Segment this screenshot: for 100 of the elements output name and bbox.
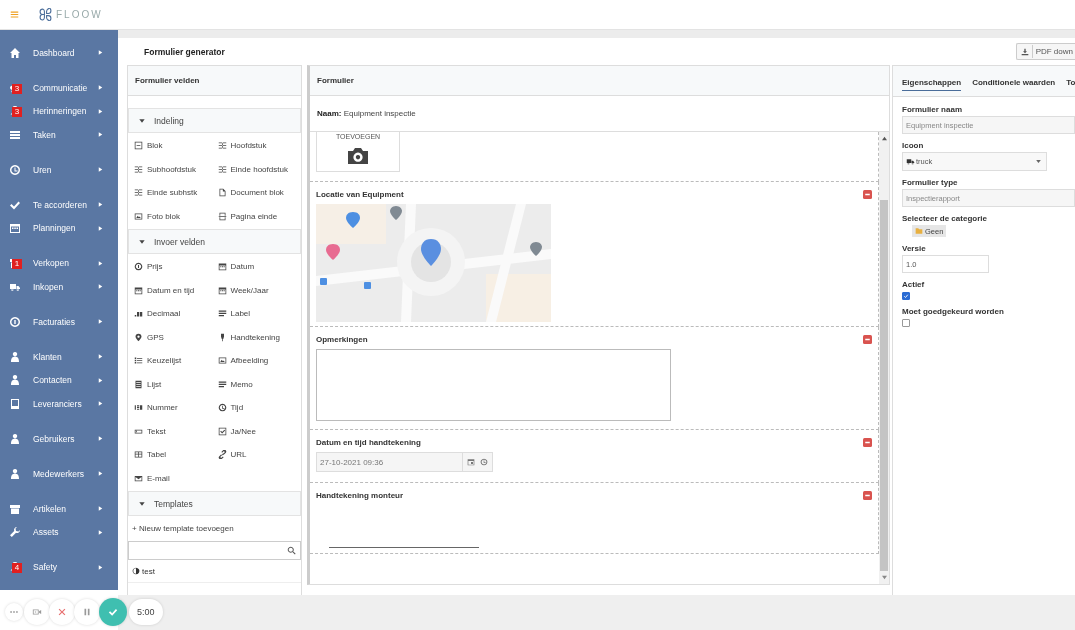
- field-type-item[interactable]: E-mail: [134, 466, 218, 490]
- caret-icon: [1035, 158, 1042, 165]
- calendar-icon: [217, 285, 227, 295]
- count-badge: 3: [12, 83, 22, 94]
- caret-icon: [97, 201, 104, 209]
- field-type-item[interactable]: Subhoofdstuk: [134, 157, 218, 181]
- template-item[interactable]: test: [128, 560, 301, 583]
- checkbox[interactable]: [902, 292, 910, 300]
- sidebar-item[interactable]: Klanten: [0, 345, 118, 369]
- field-type-item[interactable]: Blok: [134, 134, 218, 158]
- scroll-up-icon[interactable]: [880, 136, 888, 141]
- sidebar-item[interactable]: Assets: [0, 520, 118, 544]
- calendar-icon[interactable]: [467, 458, 475, 466]
- section-header[interactable]: Invoer velden: [128, 229, 301, 254]
- field-type-item[interactable]: Einde subhstk: [134, 181, 218, 205]
- pause-button[interactable]: [74, 599, 100, 625]
- logo-icon: [39, 8, 52, 21]
- scroll-down-icon[interactable]: [880, 575, 888, 580]
- field-type-item[interactable]: Handtekening: [217, 325, 301, 349]
- sidebar-item[interactable]: Gebruikers: [0, 427, 118, 451]
- field-label: Moet goedgekeurd worden: [902, 306, 1005, 318]
- field-type-item[interactable]: Tabel: [134, 443, 218, 467]
- close-icon: [57, 607, 67, 617]
- field-type-item[interactable]: Week/Jaar: [217, 278, 301, 302]
- more-button[interactable]: [5, 603, 23, 621]
- sidebar-item[interactable]: Te accorderen: [0, 193, 118, 217]
- clock-icon: [217, 403, 227, 413]
- field-type-item[interactable]: Label: [217, 302, 301, 326]
- field-type-item[interactable]: Foto blok: [134, 204, 218, 228]
- checkbox[interactable]: [902, 319, 910, 327]
- sidebar-item[interactable]: 4 Safety: [0, 555, 118, 579]
- tab[interactable]: Eigenschappen: [902, 71, 962, 91]
- tab[interactable]: Conditionele waarden: [972, 71, 1056, 91]
- heading-lines-icon: [217, 164, 227, 174]
- remove-icon[interactable]: [863, 334, 872, 344]
- sidebar-item[interactable]: Planningen: [0, 216, 118, 240]
- confirm-button[interactable]: [99, 598, 127, 626]
- sidebar-item[interactable]: Contacten: [0, 368, 118, 392]
- list-box-icon: [134, 379, 143, 389]
- sidebar-item[interactable]: 1 Verkopen: [0, 251, 118, 275]
- caret-icon: [97, 224, 104, 232]
- field-type-item[interactable]: Tekst: [134, 419, 218, 443]
- field-type-item[interactable]: Ja/Nee: [217, 419, 301, 443]
- camera-button[interactable]: [24, 599, 50, 625]
- field-type-item[interactable]: Decimaal: [134, 302, 218, 326]
- field-type-item[interactable]: Einde hoofdstuk: [217, 157, 301, 181]
- field-type-item[interactable]: Memo: [217, 372, 301, 396]
- field-label: Versie: [902, 243, 927, 255]
- clock-icon[interactable]: [480, 458, 488, 466]
- caret-icon: [97, 283, 104, 291]
- pdf-download-button[interactable]: PDF down: [1015, 43, 1075, 60]
- field-type-item[interactable]: GPS: [134, 325, 218, 349]
- field-type-item[interactable]: Datum: [217, 255, 301, 279]
- caret-icon: [97, 131, 104, 139]
- pause-icon: [82, 607, 92, 617]
- page-break-icon: [217, 211, 227, 221]
- sidebar-item[interactable]: Leveranciers: [0, 392, 118, 416]
- section-header[interactable]: Templates: [128, 491, 301, 516]
- sidebar-item[interactable]: Uren: [0, 158, 118, 182]
- field-type-item[interactable]: Pagina einde: [217, 204, 301, 228]
- search-icon: [287, 546, 296, 555]
- remarks-field[interactable]: [316, 349, 671, 421]
- date-time-field[interactable]: 27-10-2021 09:36: [316, 452, 493, 472]
- envelope-icon: [134, 473, 143, 483]
- field-label: Formulier type: [902, 177, 959, 189]
- field-type-item[interactable]: Lijst: [134, 372, 218, 396]
- field-type-item[interactable]: Document blok: [217, 181, 301, 205]
- heading-lines-icon: [217, 141, 227, 151]
- field-type-item[interactable]: Nummer: [134, 396, 218, 420]
- remove-icon[interactable]: [863, 490, 872, 500]
- link-icon: [217, 450, 227, 460]
- remove-icon[interactable]: [863, 189, 872, 199]
- field-type-item[interactable]: URL: [217, 443, 301, 467]
- field-type-item[interactable]: Prijs: [134, 255, 218, 279]
- remove-icon[interactable]: [863, 437, 872, 447]
- add-template-link[interactable]: + Nieuw template toevoegen: [128, 516, 301, 541]
- text-lines-icon: [217, 379, 227, 389]
- sidebar-item[interactable]: Artikelen: [0, 497, 118, 521]
- field-type-item[interactable]: Afbeelding: [217, 349, 301, 373]
- sidebar-item[interactable]: Inkopen: [0, 275, 118, 299]
- menu-icon[interactable]: [10, 10, 19, 19]
- sidebar-item[interactable]: 3 Herinneringen: [0, 99, 118, 123]
- field-type-item[interactable]: Keuzelijst: [134, 349, 218, 373]
- search-field[interactable]: [128, 541, 301, 560]
- field-type-item[interactable]: Datum en tijd: [134, 278, 218, 302]
- sidebar-item[interactable]: Facturaties: [0, 310, 118, 334]
- field-type-item[interactable]: Tijd: [217, 396, 301, 420]
- coin-icon: [134, 262, 143, 272]
- caret-icon: [97, 107, 104, 115]
- cancel-button[interactable]: [49, 599, 75, 625]
- field-type-item[interactable]: Hoofdstuk: [217, 134, 301, 158]
- section-header[interactable]: Indeling: [128, 108, 301, 133]
- wrench-icon: [9, 526, 21, 539]
- check-icon: [108, 607, 118, 617]
- scrollbar[interactable]: [879, 132, 889, 584]
- tab[interactable]: To: [1066, 71, 1075, 91]
- sidebar-item[interactable]: Dashboard: [0, 41, 118, 65]
- sidebar-item[interactable]: Medewerkers: [0, 462, 118, 486]
- sidebar-item[interactable]: Taken: [0, 123, 118, 147]
- sidebar-item[interactable]: 3 Communicatie: [0, 76, 118, 100]
